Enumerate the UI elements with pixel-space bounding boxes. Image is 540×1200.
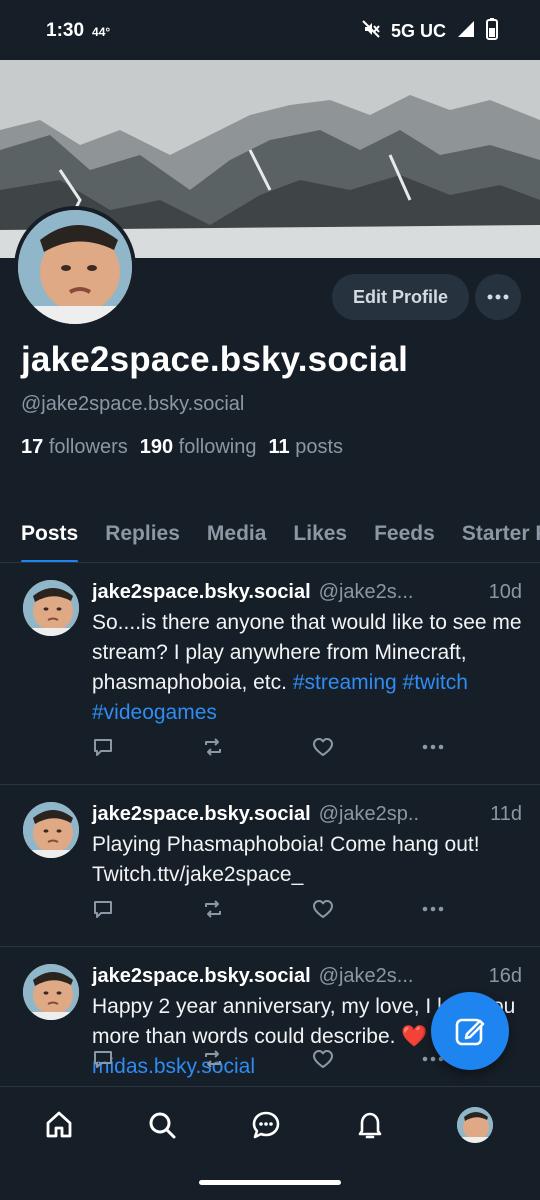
nav-notifications[interactable]	[350, 1105, 390, 1145]
compose-post-button[interactable]	[431, 992, 509, 1070]
battery-icon	[486, 17, 498, 45]
post-author-handle[interactable]: @jake2s...	[319, 965, 485, 988]
posts-stat: 11 posts	[269, 436, 344, 459]
tab-replies[interactable]: Replies	[105, 505, 180, 562]
ellipsis-icon[interactable]	[422, 735, 532, 759]
bell-icon	[358, 1112, 382, 1139]
posts-count: 11	[268, 436, 290, 458]
post-header: jake2space.bsky.social @jake2sp.. 11d	[92, 803, 522, 826]
reply-icon[interactable]	[92, 897, 202, 921]
home-icon	[46, 1111, 72, 1138]
post-timestamp: 10d	[488, 581, 522, 603]
post-text: So....is there anyone that would like to…	[92, 608, 522, 728]
post-timestamp: 16d	[488, 965, 522, 987]
post-header: jake2space.bsky.social @jake2s... 16d	[92, 965, 522, 988]
post-link[interactable]: #twitch	[403, 671, 468, 694]
nav-home[interactable]	[39, 1105, 79, 1145]
tab-feeds[interactable]: Feeds	[374, 505, 435, 562]
post-avatar[interactable]	[23, 964, 79, 1020]
post-item[interactable]: jake2space.bsky.social @jake2sp.. 11d Playi…	[0, 785, 540, 947]
post-author-name[interactable]: jake2space.bsky.social	[92, 965, 311, 988]
heart-icon[interactable]	[312, 897, 422, 921]
followers-count: 17	[21, 436, 44, 458]
post-timestamp: 11d	[490, 803, 522, 825]
followers-stat[interactable]: 17 followers	[21, 436, 128, 459]
profile-avatar-large[interactable]	[14, 206, 136, 328]
followers-label: followers	[48, 436, 128, 458]
profile-avatar	[457, 1107, 493, 1143]
following-count: 190	[139, 436, 174, 458]
nav-profile[interactable]	[455, 1105, 495, 1145]
reply-icon[interactable]	[92, 735, 202, 759]
post-text-segment: Playing Phasmaphoboia! Come hang out! Tw…	[92, 833, 480, 886]
profile-handle: @jake2space.bsky.social	[21, 393, 245, 415]
network-label: 5G UC	[390, 20, 446, 41]
heart-icon[interactable]	[312, 735, 422, 759]
tab-likes[interactable]: Likes	[293, 505, 347, 562]
post-avatar[interactable]	[23, 580, 79, 636]
tab-media[interactable]: Media	[207, 505, 267, 562]
profile-tabs: Posts Replies Media Likes Feeds Starter …	[0, 505, 540, 563]
post-item[interactable]: jake2space.bsky.social @jake2s... 10d So...…	[0, 563, 540, 785]
repost-icon[interactable]	[202, 1047, 312, 1071]
repost-icon[interactable]	[202, 735, 312, 759]
edit-profile-button[interactable]: Edit Profile	[332, 274, 469, 320]
post-header: jake2space.bsky.social @jake2s... 10d	[92, 581, 522, 604]
post-author-name[interactable]: jake2space.bsky.social	[92, 803, 311, 826]
heart-icon[interactable]	[312, 1047, 422, 1071]
post-avatar[interactable]	[23, 802, 79, 858]
status-bar: 1:30 44° 5G UC	[0, 0, 540, 62]
status-time: 1:30	[46, 20, 85, 41]
post-text: Playing Phasmaphoboia! Come hang out! Tw…	[92, 830, 522, 890]
post-actions	[92, 735, 532, 759]
ellipsis-icon	[487, 294, 509, 300]
compose-icon	[455, 1018, 485, 1046]
status-temperature: 44°	[92, 25, 111, 39]
post-link[interactable]: #videogames	[92, 701, 217, 724]
reply-icon[interactable]	[92, 1047, 202, 1071]
signal-icon	[456, 19, 476, 44]
post-author-handle[interactable]: @jake2s...	[319, 581, 485, 604]
ellipsis-icon[interactable]	[422, 897, 532, 921]
chat-icon	[252, 1111, 280, 1139]
following-stat[interactable]: 190 following	[140, 436, 257, 459]
post-author-handle[interactable]: @jake2sp..	[319, 803, 486, 826]
nav-search[interactable]	[142, 1105, 182, 1145]
posts-label: posts	[295, 436, 344, 458]
post-actions	[92, 897, 532, 921]
repost-icon[interactable]	[202, 897, 312, 921]
profile-stats: 17 followers 190 following 11 posts	[21, 436, 343, 459]
post-body: jake2space.bsky.social @jake2s... 10d So...…	[92, 581, 522, 728]
following-label: following	[178, 436, 257, 458]
home-indicator[interactable]	[199, 1180, 341, 1185]
tab-posts[interactable]: Posts	[21, 505, 79, 562]
nav-chat[interactable]	[246, 1105, 286, 1145]
mute-icon	[361, 19, 381, 44]
profile-display-name: jake2space.bsky.social	[21, 340, 409, 379]
post-link[interactable]: #streaming	[293, 671, 397, 694]
search-icon	[149, 1112, 176, 1139]
post-author-name[interactable]: jake2space.bsky.social	[92, 581, 311, 604]
more-options-button[interactable]	[475, 274, 521, 320]
tab-starter-packs[interactable]: Starter Packs	[462, 505, 540, 562]
post-body: jake2space.bsky.social @jake2sp.. 11d Playi…	[92, 803, 522, 890]
